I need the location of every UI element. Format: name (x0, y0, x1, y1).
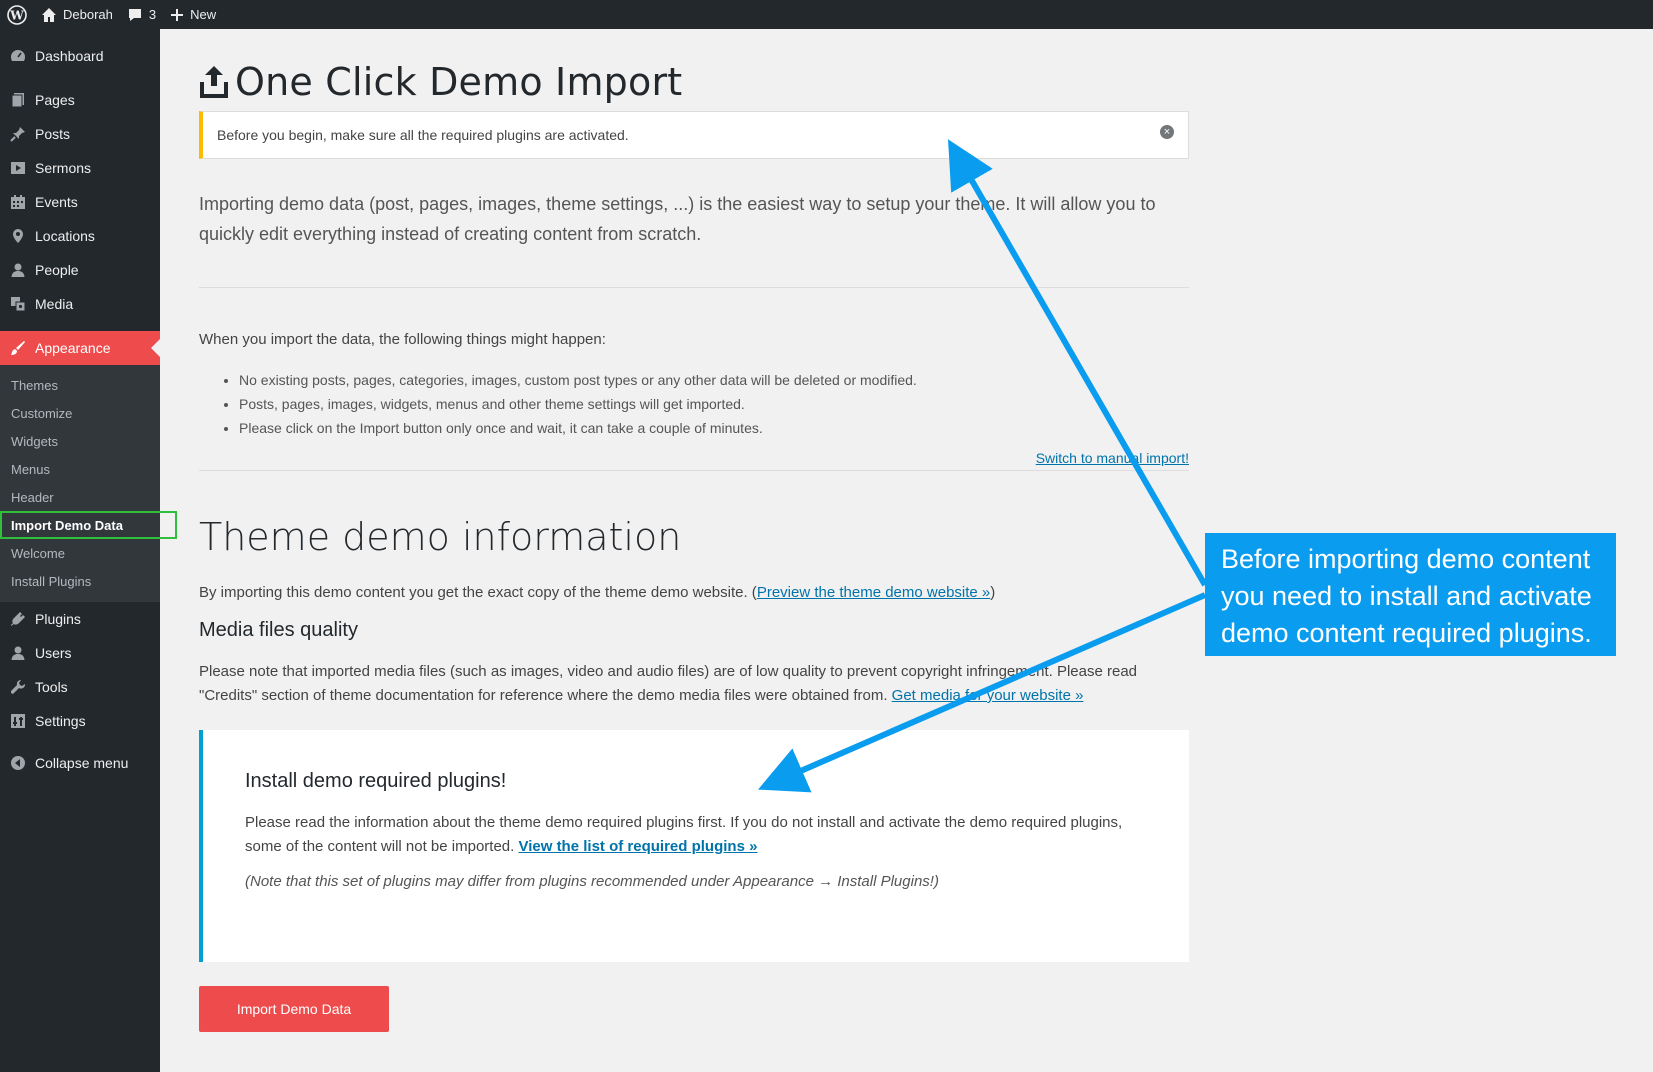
list-item: Please click on the Import button only o… (239, 416, 1189, 440)
collapse-icon (9, 754, 27, 772)
comment-icon (128, 8, 141, 21)
switch-container: Switch to manual import! (199, 450, 1189, 466)
switch-to-manual-import-link[interactable]: Switch to manual import! (1036, 450, 1189, 466)
import-demo-data-button[interactable]: Import Demo Data (199, 986, 389, 1032)
list-item: No existing posts, pages, categories, im… (239, 368, 1189, 392)
import-notes-intro: When you import the data, the following … (199, 331, 606, 348)
pages-icon (9, 91, 27, 109)
required-plugins-box: Install demo required plugins! Please re… (199, 730, 1189, 962)
notice-text: Before you begin, make sure all the requ… (217, 127, 629, 143)
plus-icon (171, 8, 184, 21)
plugins-note: (Note that this set of plugins may diffe… (245, 873, 939, 890)
dashboard-icon (9, 47, 27, 65)
sidebar-item-events[interactable]: Events (0, 185, 160, 219)
sidebar-item-tools[interactable]: Tools (0, 670, 160, 704)
sidebar-item-dashboard[interactable]: Dashboard (0, 39, 160, 73)
demo-info-label: By importing this demo content you get t… (199, 584, 757, 601)
submenu-item-themes[interactable]: Themes (0, 371, 160, 399)
main-content: One Click Demo Import Before you begin, … (199, 29, 1189, 1032)
divider (199, 470, 1189, 471)
view-required-plugins-link[interactable]: View the list of required plugins » (518, 838, 757, 855)
demo-info-text: By importing this demo content you get t… (199, 581, 1189, 605)
home-icon (42, 7, 56, 22)
dismiss-notice-button[interactable]: × (1160, 125, 1174, 139)
sidebar-item-label: Users (35, 645, 72, 661)
sidebar-item-appearance[interactable]: Appearance (0, 331, 160, 365)
submenu-item-menus[interactable]: Menus (0, 455, 160, 483)
site-name: Deborah (63, 7, 113, 22)
new-content-link[interactable]: New (163, 0, 223, 29)
sidebar-item-users[interactable]: Users (0, 636, 160, 670)
wordpress-logo-button[interactable]: W (0, 0, 34, 29)
sidebar-item-label: Media (35, 296, 74, 312)
media-quality-text: Please note that imported media files (s… (199, 660, 1189, 708)
theme-demo-heading: Theme demo information (199, 515, 682, 559)
preview-demo-link[interactable]: Preview the theme demo website » (757, 584, 990, 601)
collapse-menu-button[interactable]: Collapse menu (0, 746, 160, 780)
submenu-item-header[interactable]: Header (0, 483, 160, 511)
sidebar-item-settings[interactable]: Settings (0, 704, 160, 738)
page-header: One Click Demo Import (199, 56, 1189, 108)
sidebar-item-posts[interactable]: Posts (0, 117, 160, 151)
divider (199, 287, 1189, 288)
appearance-submenu: Themes Customize Widgets Menus Header Im… (0, 365, 177, 602)
person-icon (9, 261, 27, 279)
wrench-icon (9, 678, 27, 696)
sidebar-item-label: Locations (35, 228, 95, 244)
brush-icon (9, 339, 27, 357)
svg-text:W: W (9, 8, 24, 22)
admin-sidebar: Dashboard Pages Posts Sermons Events Loc… (0, 29, 177, 1072)
sidebar-item-label: Events (35, 194, 78, 210)
intro-text: Importing demo data (post, pages, images… (199, 194, 1156, 244)
video-icon (9, 159, 27, 177)
sidebar-item-media[interactable]: Media (0, 287, 160, 321)
sidebar-item-label: Settings (35, 713, 86, 729)
submenu-item-widgets[interactable]: Widgets (0, 427, 160, 455)
sidebar-item-people[interactable]: People (0, 253, 160, 287)
location-pin-icon (9, 227, 27, 245)
admin-bar: W Deborah 3 New (0, 0, 1653, 29)
plugin-icon (9, 610, 27, 628)
demo-info-end: ) (990, 584, 996, 601)
sidebar-item-label: Dashboard (35, 48, 104, 64)
submenu-item-install-plugins[interactable]: Install Plugins (0, 567, 160, 595)
sidebar-item-plugins[interactable]: Plugins (0, 602, 160, 636)
site-name-link[interactable]: Deborah (34, 0, 120, 29)
sidebar-item-label: Sermons (35, 160, 92, 176)
comments-count: 3 (148, 7, 157, 22)
upload-icon (200, 66, 228, 98)
calendar-icon (9, 193, 27, 211)
page-title: One Click Demo Import (235, 60, 683, 104)
required-plugins-text: Please read the information about the th… (245, 811, 1149, 859)
sidebar-item-label: Collapse menu (35, 755, 129, 771)
sidebar-item-locations[interactable]: Locations (0, 219, 160, 253)
sidebar-item-label: Posts (35, 126, 71, 142)
pin-icon (9, 125, 27, 143)
import-notes-list: No existing posts, pages, categories, im… (199, 368, 1189, 440)
warning-notice: Before you begin, make sure all the requ… (199, 111, 1189, 159)
users-icon (9, 644, 27, 662)
settings-icon (9, 712, 27, 730)
sidebar-item-sermons[interactable]: Sermons (0, 151, 160, 185)
media-icon (9, 295, 27, 313)
sidebar-item-label: Tools (35, 679, 68, 695)
list-item: Posts, pages, images, widgets, menus and… (239, 392, 1189, 416)
submenu-item-welcome[interactable]: Welcome (0, 539, 160, 567)
submenu-item-customize[interactable]: Customize (0, 399, 160, 427)
sidebar-item-pages[interactable]: Pages (0, 83, 160, 117)
submenu-item-import-demo-data[interactable]: Import Demo Data (0, 511, 177, 539)
annotation-callout: Before importing demo content you need t… (1205, 533, 1616, 656)
wordpress-icon: W (7, 4, 27, 25)
sidebar-item-label: People (35, 262, 79, 278)
sidebar-item-label: Appearance (35, 340, 111, 356)
sidebar-item-label: Plugins (35, 611, 81, 627)
sidebar-item-label: Pages (35, 92, 75, 108)
new-label: New (190, 7, 217, 22)
comments-link[interactable]: 3 (120, 0, 163, 29)
media-quality-heading: Media files quality (199, 619, 358, 641)
required-plugins-heading: Install demo required plugins! (245, 770, 507, 792)
get-media-link[interactable]: Get media for your website » (892, 687, 1084, 704)
